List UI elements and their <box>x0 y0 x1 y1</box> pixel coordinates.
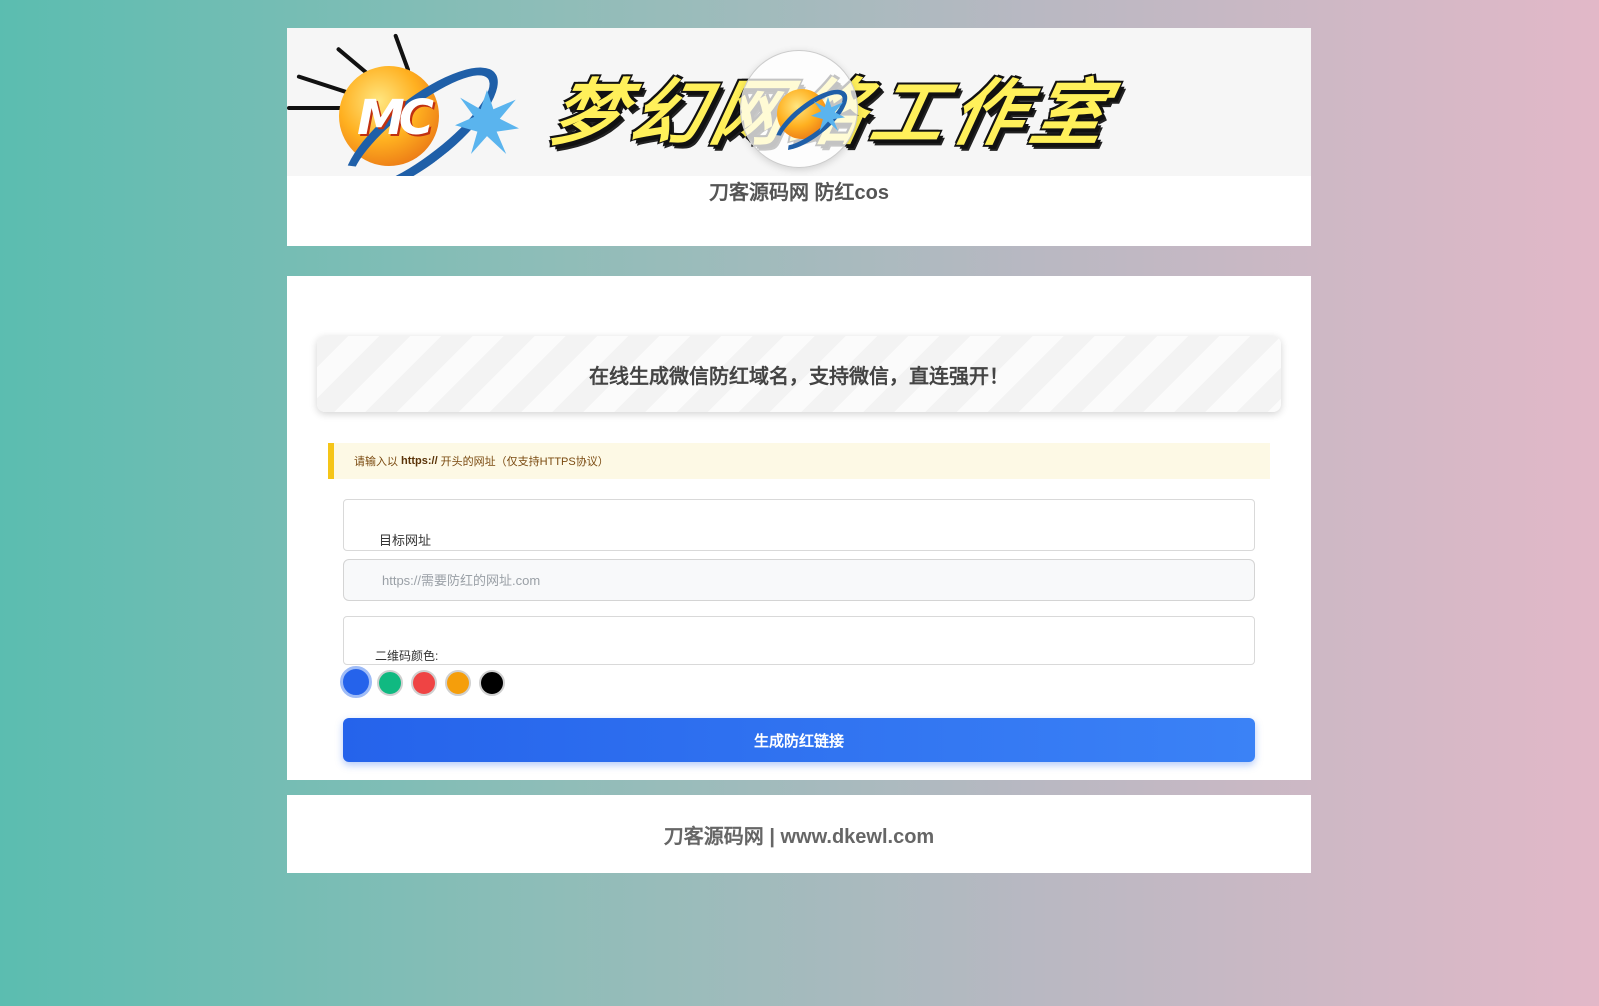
logo-letters: MC <box>357 90 434 146</box>
color-label-box: 二维码颜色: <box>343 616 1255 665</box>
qr-color-label: 二维码颜色: <box>375 649 439 663</box>
notice-bold: https:// <box>401 455 438 467</box>
url-field-label: 目标网址 <box>379 533 432 548</box>
color-swatch-red[interactable] <box>411 670 437 696</box>
color-swatch-green[interactable] <box>377 670 403 696</box>
https-notice: 请输入以 https:// 开头的网址（仅支持HTTPS协议） <box>328 443 1270 479</box>
notice-suffix: 开头的网址（仅支持HTTPS协议） <box>440 456 609 468</box>
hero-banner: 在线生成微信防红域名，支持微信，直连强开！ <box>317 336 1281 412</box>
header-card: MC 梦幻网络工作室 刀客源码网 防红cos <box>287 28 1311 246</box>
notice-prefix: 请输入以 <box>354 456 398 468</box>
target-url-input[interactable] <box>343 559 1255 601</box>
generate-link-button[interactable]: 生成防红链接 <box>343 718 1255 762</box>
color-swatch-blue[interactable] <box>340 666 372 698</box>
site-name: 刀客源码网 防红cos <box>708 182 890 204</box>
color-swatch-orange[interactable] <box>445 670 471 696</box>
site-logo-icon <box>740 50 858 168</box>
main-card: 在线生成微信防红域名，支持微信，直连强开！ 请输入以 https:// 开头的网… <box>287 276 1311 780</box>
studio-banner: MC 梦幻网络工作室 <box>287 28 1311 176</box>
hero-text: 在线生成微信防红域名，支持微信，直连强开！ <box>589 365 1009 388</box>
footer-card: 刀客源码网 | www.dkewl.com <box>287 795 1311 873</box>
spark-line <box>287 106 342 110</box>
footer-text: 刀客源码网 | www.dkewl.com <box>663 826 935 848</box>
color-swatch-black[interactable] <box>479 670 505 696</box>
url-label-box: 目标网址 <box>343 499 1255 551</box>
